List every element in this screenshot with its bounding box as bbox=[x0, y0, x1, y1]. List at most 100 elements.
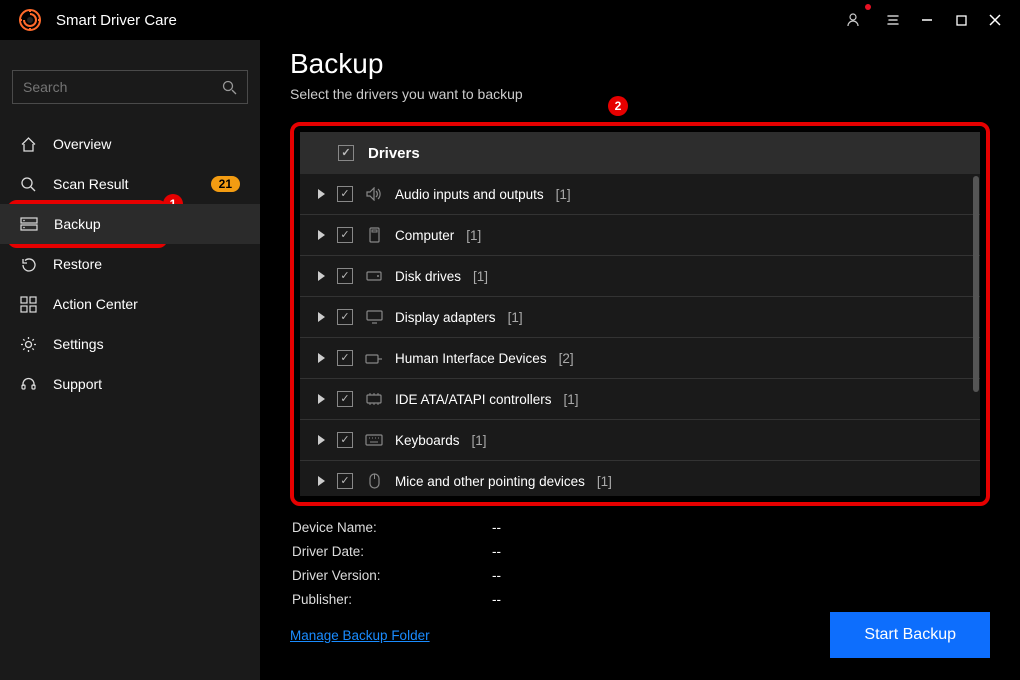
scroll-thumb[interactable] bbox=[973, 176, 979, 392]
audio-icon bbox=[365, 187, 383, 201]
maximize-button[interactable] bbox=[946, 5, 976, 35]
driver-checkbox[interactable]: ✓ bbox=[337, 473, 353, 489]
gear-icon bbox=[20, 336, 37, 353]
device-name-label: Device Name: bbox=[292, 520, 492, 535]
sidebar-item-label: Support bbox=[53, 376, 240, 392]
sidebar-item-label: Restore bbox=[53, 256, 240, 272]
driver-row[interactable]: ✓ Human Interface Devices [2] bbox=[300, 338, 980, 379]
select-all-checkbox[interactable]: ✓ bbox=[338, 145, 354, 161]
driver-checkbox[interactable]: ✓ bbox=[337, 391, 353, 407]
driver-checkbox[interactable]: ✓ bbox=[337, 186, 353, 202]
driver-version-label: Driver Version: bbox=[292, 568, 492, 583]
search-input[interactable] bbox=[23, 79, 222, 95]
backup-icon bbox=[20, 216, 38, 233]
driver-row[interactable]: ✓ Keyboards [1] bbox=[300, 420, 980, 461]
driver-checkbox[interactable]: ✓ bbox=[337, 350, 353, 366]
driver-count: [1] bbox=[473, 269, 488, 284]
expand-icon[interactable] bbox=[318, 230, 325, 240]
driver-row[interactable]: ✓ Disk drives [1] bbox=[300, 256, 980, 297]
disk-icon bbox=[365, 269, 383, 283]
grid-icon bbox=[20, 296, 37, 313]
app-title: Smart Driver Care bbox=[56, 12, 177, 29]
sidebar-item-label: Backup bbox=[54, 216, 240, 232]
close-button[interactable] bbox=[980, 5, 1010, 35]
driver-checkbox[interactable]: ✓ bbox=[337, 268, 353, 284]
sidebar-item-support[interactable]: Support bbox=[0, 364, 260, 404]
magnifier-icon bbox=[20, 176, 37, 193]
driver-name: IDE ATA/ATAPI controllers bbox=[395, 392, 552, 407]
driver-count: [1] bbox=[508, 310, 523, 325]
driver-count: [1] bbox=[564, 392, 579, 407]
drivers-header-label: Drivers bbox=[368, 145, 420, 162]
sidebar-item-backup[interactable]: Backup bbox=[0, 204, 260, 244]
driver-version-value: -- bbox=[492, 568, 990, 583]
driver-date-value: -- bbox=[492, 544, 990, 559]
driver-name: Disk drives bbox=[395, 269, 461, 284]
keyboard-icon bbox=[365, 434, 383, 446]
search-box[interactable] bbox=[12, 70, 248, 104]
expand-icon[interactable] bbox=[318, 353, 325, 363]
driver-checkbox[interactable]: ✓ bbox=[337, 432, 353, 448]
footer: Manage Backup Folder Start Backup bbox=[290, 612, 990, 658]
user-icon[interactable] bbox=[838, 5, 868, 35]
expand-icon[interactable] bbox=[318, 271, 325, 281]
hamburger-icon[interactable] bbox=[878, 5, 908, 35]
driver-row[interactable]: ✓ IDE ATA/ATAPI controllers [1] bbox=[300, 379, 980, 420]
expand-icon[interactable] bbox=[318, 394, 325, 404]
sidebar-item-restore[interactable]: Restore bbox=[0, 244, 260, 284]
home-icon bbox=[20, 136, 37, 153]
headset-icon bbox=[20, 376, 37, 393]
driver-count: [1] bbox=[472, 433, 487, 448]
scan-badge: 21 bbox=[211, 176, 240, 192]
sidebar-item-scan-result[interactable]: Scan Result 21 bbox=[0, 164, 260, 204]
driver-name: Display adapters bbox=[395, 310, 496, 325]
app-logo-icon bbox=[18, 8, 42, 32]
publisher-value: -- bbox=[492, 592, 990, 607]
expand-icon[interactable] bbox=[318, 476, 325, 486]
driver-count: [1] bbox=[466, 228, 481, 243]
driver-checkbox[interactable]: ✓ bbox=[337, 309, 353, 325]
driver-name: Mice and other pointing devices bbox=[395, 474, 585, 489]
driver-name: Keyboards bbox=[395, 433, 460, 448]
driver-row[interactable]: ✓ Display adapters [1] bbox=[300, 297, 980, 338]
driver-row[interactable]: ✓ Computer [1] bbox=[300, 215, 980, 256]
expand-icon[interactable] bbox=[318, 435, 325, 445]
driver-details: Device Name: -- Driver Date: -- Driver V… bbox=[290, 520, 990, 607]
content-area: Backup Select the drivers you want to ba… bbox=[260, 40, 1020, 680]
driver-count: [1] bbox=[597, 474, 612, 489]
computer-icon bbox=[365, 227, 383, 243]
sidebar-item-action-center[interactable]: Action Center bbox=[0, 284, 260, 324]
sidebar-item-label: Scan Result bbox=[53, 176, 195, 192]
driver-name: Computer bbox=[395, 228, 454, 243]
driver-list: ✓ Audio inputs and outputs [1] ✓ Compute… bbox=[300, 174, 980, 496]
restore-icon bbox=[20, 256, 37, 273]
search-icon bbox=[222, 80, 237, 95]
minimize-button[interactable] bbox=[912, 5, 942, 35]
device-name-value: -- bbox=[492, 520, 990, 535]
mouse-icon bbox=[365, 473, 383, 489]
expand-icon[interactable] bbox=[318, 312, 325, 322]
page-title: Backup bbox=[290, 48, 990, 80]
page-subtitle: Select the drivers you want to backup bbox=[290, 86, 990, 102]
titlebar: Smart Driver Care bbox=[0, 0, 1020, 40]
hid-icon bbox=[365, 352, 383, 365]
start-backup-button[interactable]: Start Backup bbox=[830, 612, 990, 658]
driver-row[interactable]: ✓ Audio inputs and outputs [1] bbox=[300, 174, 980, 215]
driver-checkbox[interactable]: ✓ bbox=[337, 227, 353, 243]
sidebar-item-label: Overview bbox=[53, 136, 240, 152]
drivers-header-row[interactable]: ✓ Drivers bbox=[300, 132, 980, 174]
scrollbar[interactable] bbox=[973, 176, 979, 494]
ide-icon bbox=[365, 392, 383, 406]
driver-count: [2] bbox=[559, 351, 574, 366]
sidebar-item-label: Settings bbox=[53, 336, 240, 352]
sidebar-item-settings[interactable]: Settings bbox=[0, 324, 260, 364]
sidebar-item-overview[interactable]: Overview bbox=[0, 124, 260, 164]
driver-row[interactable]: ✓ Mice and other pointing devices [1] bbox=[300, 461, 980, 496]
expand-icon[interactable] bbox=[318, 189, 325, 199]
drivers-panel: 2 ✓ Drivers ✓ Audio inputs and outputs [… bbox=[290, 122, 990, 506]
sidebar-item-label: Action Center bbox=[53, 296, 240, 312]
manage-backup-link[interactable]: Manage Backup Folder bbox=[290, 628, 430, 643]
display-icon bbox=[365, 310, 383, 324]
sidebar: Overview Scan Result 21 1 Backup Restore… bbox=[0, 40, 260, 680]
driver-name: Human Interface Devices bbox=[395, 351, 547, 366]
